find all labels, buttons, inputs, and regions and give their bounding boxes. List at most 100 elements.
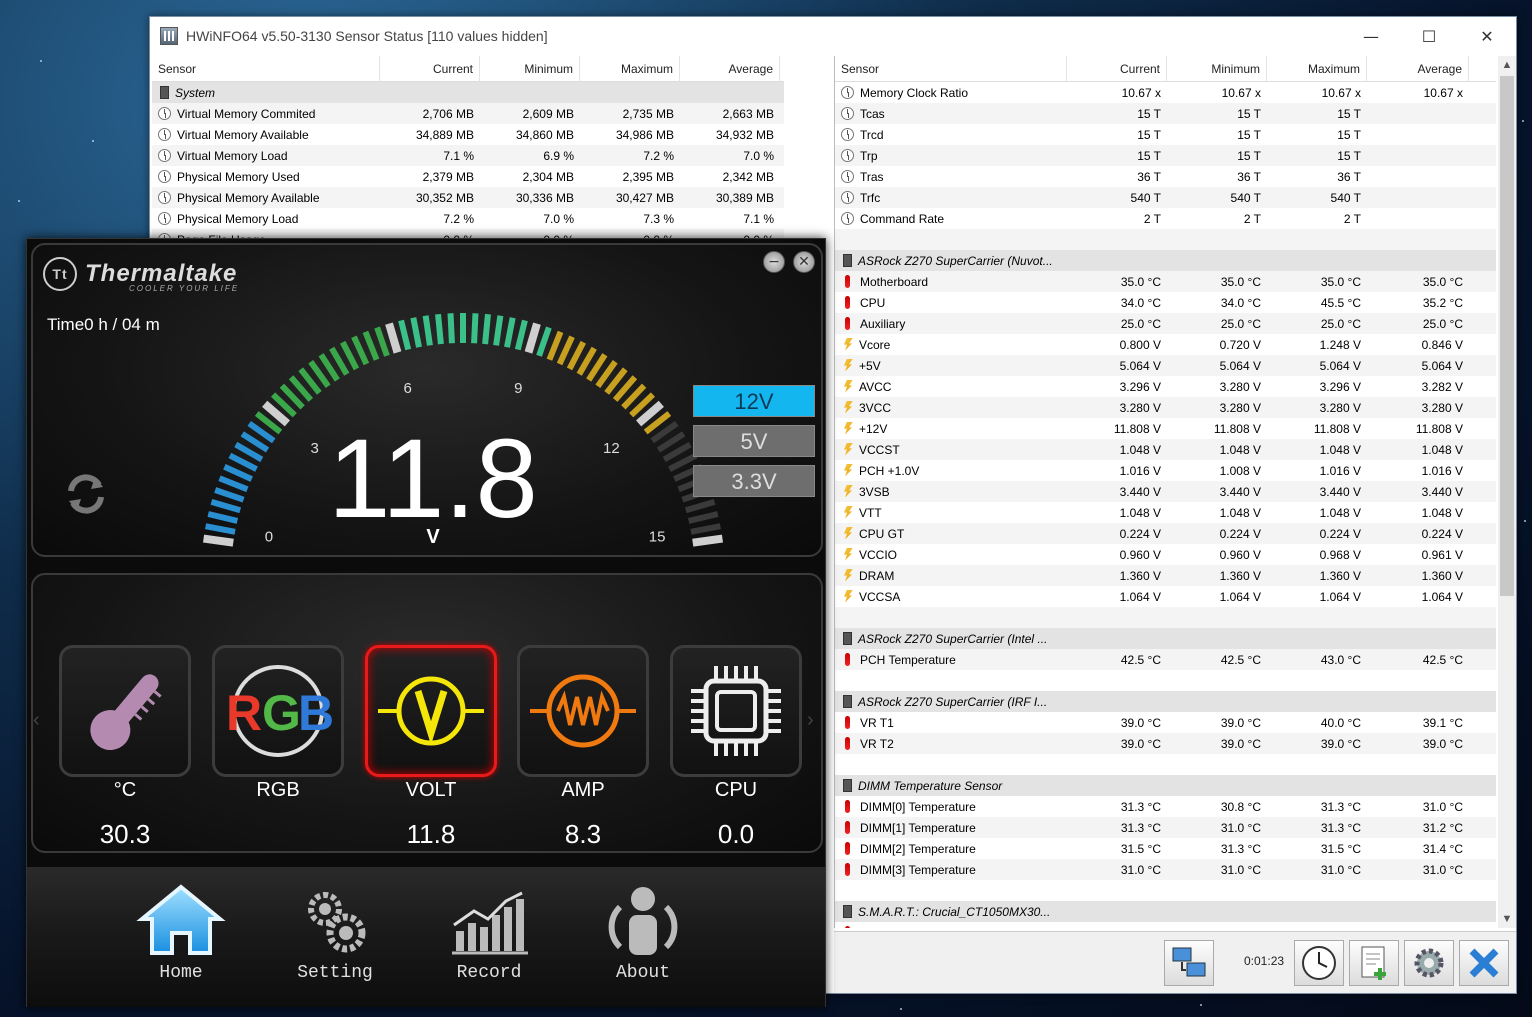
sensor-row[interactable]: Vcore 0.800 V 0.720 V 1.248 V 0.846 V (835, 334, 1496, 355)
value-cell-average: 31.2 °C (1422, 820, 1463, 835)
column-header-maximum[interactable]: Maximum (580, 56, 680, 81)
voltage-bolt-icon (844, 463, 853, 477)
column-header-minimum[interactable]: Minimum (1167, 56, 1267, 81)
close-button[interactable]: ✕ (1458, 17, 1516, 55)
sensor-row[interactable]: DIMM[1] Temperature 31.3 °C 31.0 °C 31.3 °C… (835, 817, 1496, 838)
voltage-5v-button[interactable]: 5V (693, 425, 815, 457)
vertical-scrollbar[interactable]: ▲ ▼ (1498, 56, 1516, 928)
sensor-group-row[interactable]: ASRock Z270 SuperCarrier (Intel ... (835, 628, 1496, 649)
table-body: Memory Clock Ratio 10.67 x 10.67 x 10.67 x 1… (835, 82, 1496, 928)
sensor-group-row[interactable]: ASRock Z270 SuperCarrier (Nuvot... (835, 250, 1496, 271)
scroll-right-icon[interactable]: › (807, 709, 814, 732)
column-header-current[interactable]: Current (1067, 56, 1167, 81)
star (1524, 520, 1526, 522)
voltage-3-3v-button[interactable]: 3.3V (693, 465, 815, 497)
sensor-name-cell: Drive Temperature (835, 925, 1067, 928)
tile-cpu[interactable] (670, 645, 802, 777)
nav-about[interactable]: About (583, 867, 703, 1007)
scroll-left-icon[interactable]: ‹ (33, 709, 40, 732)
column-header-average[interactable]: Average (680, 56, 780, 81)
sensor-group-row[interactable]: ASRock Z270 SuperCarrier (IRF I... (835, 691, 1496, 712)
clock-icon (841, 106, 854, 120)
sensor-row[interactable]: +12V 11.808 V 11.808 V 11.808 V 11.808 V (835, 418, 1496, 439)
value-cell-current: 2,706 MB (422, 106, 474, 121)
column-header-average[interactable]: Average (1367, 56, 1469, 81)
tile-rgb[interactable]: R G B (212, 645, 344, 777)
nav-home[interactable]: Home (121, 867, 241, 1007)
column-header-maximum[interactable]: Maximum (1267, 56, 1367, 81)
sensor-row[interactable]: Memory Clock Ratio 10.67 x 10.67 x 10.67 x 1… (835, 82, 1496, 103)
sensor-row[interactable]: Tcas 15 T 15 T 15 T (835, 103, 1496, 124)
tile-volt[interactable] (365, 645, 497, 777)
sensor-name: ASRock Z270 SuperCarrier (IRF I... (858, 694, 1048, 709)
sensor-row[interactable]: DIMM[0] Temperature 31.3 °C 30.8 °C 31.3 °C… (835, 796, 1496, 817)
add-report-button[interactable] (1349, 940, 1399, 986)
scrollbar-thumb[interactable] (1500, 76, 1514, 596)
value-cell-maximum: 34,986 MB (615, 127, 674, 142)
hwinfo-titlebar[interactable]: HWiNFO64 v5.50-3130 Sensor Status [110 v… (150, 17, 1516, 55)
sensor-row[interactable]: DRAM 1.360 V 1.360 V 1.360 V 1.360 V (835, 565, 1496, 586)
sensor-row[interactable]: Physical Memory Available 30,352 MB 30,336… (152, 187, 784, 208)
sensor-row[interactable]: CPU GT 0.224 V 0.224 V 0.224 V 0.224 V (835, 523, 1496, 544)
tile-temperature[interactable] (59, 645, 191, 777)
scroll-up-icon[interactable]: ▲ (1498, 56, 1516, 74)
sensor-row[interactable]: Auxiliary 25.0 °C 25.0 °C 25.0 °C 25.0 °C (835, 313, 1496, 334)
sensor-table-left[interactable]: Sensor Current Minimum Maximum Average S… (152, 56, 784, 242)
sensor-row[interactable]: 3VSB 3.440 V 3.440 V 3.440 V 3.440 V (835, 481, 1496, 502)
column-header-minimum[interactable]: Minimum (480, 56, 580, 81)
sensor-row[interactable]: Virtual Memory Available 34,889 MB 34,860 … (152, 124, 784, 145)
column-header-sensor[interactable]: Sensor (835, 56, 1067, 81)
sensor-row[interactable]: VR T1 39.0 °C 39.0 °C 40.0 °C 39.1 °C (835, 712, 1496, 733)
sensor-row[interactable]: Trcd 15 T 15 T 15 T (835, 124, 1496, 145)
network-button[interactable] (1164, 940, 1214, 986)
table-header: Sensor Current Minimum Maximum Average (152, 56, 784, 82)
sensor-group-row[interactable]: System (152, 82, 784, 103)
gauge-tick-label: 12 (603, 440, 620, 457)
sensor-row[interactable]: VTT 1.048 V 1.048 V 1.048 V 1.048 V (835, 502, 1496, 523)
sensor-row[interactable]: AVCC 3.296 V 3.280 V 3.296 V 3.282 V (835, 376, 1496, 397)
sensor-name-cell: PCH +1.0V (835, 463, 1067, 478)
minimize-button[interactable]: — (1342, 17, 1400, 55)
settings-button[interactable] (1404, 940, 1454, 986)
sensor-row[interactable]: Motherboard 35.0 °C 35.0 °C 35.0 °C 35.0 °C (835, 271, 1496, 292)
nav-record[interactable]: Record (429, 867, 549, 1007)
sensor-row[interactable]: Physical Memory Load 7.2 % 7.0 % 7.3 % 7.1 % (152, 208, 784, 229)
sensor-row[interactable]: Tras 36 T 36 T 36 T (835, 166, 1496, 187)
sensor-row[interactable]: CPU 34.0 °C 34.0 °C 45.5 °C 35.2 °C (835, 292, 1496, 313)
value-cell-average: 3.282 V (1421, 379, 1463, 394)
nav-setting[interactable]: Setting (275, 867, 395, 1007)
close-sensors-button[interactable] (1459, 940, 1509, 986)
sensor-row[interactable]: DIMM[2] Temperature 31.5 °C 31.3 °C 31.5 °C… (835, 838, 1496, 859)
value-cell-current: 30,352 MB (415, 190, 474, 205)
sensor-row[interactable]: PCH Temperature 42.5 °C 42.5 °C 43.0 °C 42.5… (835, 649, 1496, 670)
column-header-sensor[interactable]: Sensor (152, 56, 380, 81)
maximize-button[interactable]: ☐ (1400, 17, 1458, 55)
scroll-down-icon[interactable]: ▼ (1498, 910, 1516, 928)
gauge-tick (504, 317, 516, 348)
sensor-row[interactable]: Drive Temperature25 °C24 °C25 °C24 °C (835, 922, 1496, 928)
voltage-12v-button[interactable]: 12V (693, 385, 815, 417)
sensor-row[interactable]: VCCIO 0.960 V 0.960 V 0.968 V 0.961 V (835, 544, 1496, 565)
sensor-row[interactable]: VCCSA 1.064 V 1.064 V 1.064 V 1.064 V (835, 586, 1496, 607)
clock-icon (841, 148, 854, 162)
sensor-row[interactable]: Virtual Memory Commited 2,706 MB 2,609 MB 2… (152, 103, 784, 124)
sensor-row[interactable]: +5V 5.064 V 5.064 V 5.064 V 5.064 V (835, 355, 1496, 376)
sensor-row[interactable]: PCH +1.0V 1.016 V 1.008 V 1.016 V 1.016 V (835, 460, 1496, 481)
sensor-name-cell: Auxiliary (835, 316, 1067, 331)
sensor-row[interactable]: 3VCC 3.280 V 3.280 V 3.280 V 3.280 V (835, 397, 1496, 418)
clock-button[interactable] (1294, 940, 1344, 986)
sensor-row[interactable]: DIMM[3] Temperature 31.0 °C 31.0 °C 31.0 °C… (835, 859, 1496, 880)
sensor-row[interactable]: VCCST 1.048 V 1.048 V 1.048 V 1.048 V (835, 439, 1496, 460)
sensor-row[interactable]: Trfc 540 T 540 T 540 T (835, 187, 1496, 208)
column-header-current[interactable]: Current (380, 56, 480, 81)
sensor-row[interactable]: Physical Memory Used 2,379 MB 2,304 MB 2,39… (152, 166, 784, 187)
sensor-row[interactable]: VR T2 39.0 °C 39.0 °C 39.0 °C 39.0 °C (835, 733, 1496, 754)
sensor-row[interactable]: Trp 15 T 15 T 15 T (835, 145, 1496, 166)
gauge-tick (536, 326, 552, 357)
sensor-row[interactable]: Command Rate 2 T 2 T 2 T (835, 208, 1496, 229)
sensor-table-right[interactable]: Sensor Current Minimum Maximum Average M… (834, 56, 1496, 928)
sensor-group-row[interactable]: DIMM Temperature Sensor (835, 775, 1496, 796)
sensor-group-row[interactable]: S.M.A.R.T.: Crucial_CT1050MX30... (835, 901, 1496, 922)
sensor-row[interactable]: Virtual Memory Load 7.1 % 6.9 % 7.2 % 7.0 % (152, 145, 784, 166)
tile-amp[interactable] (517, 645, 649, 777)
